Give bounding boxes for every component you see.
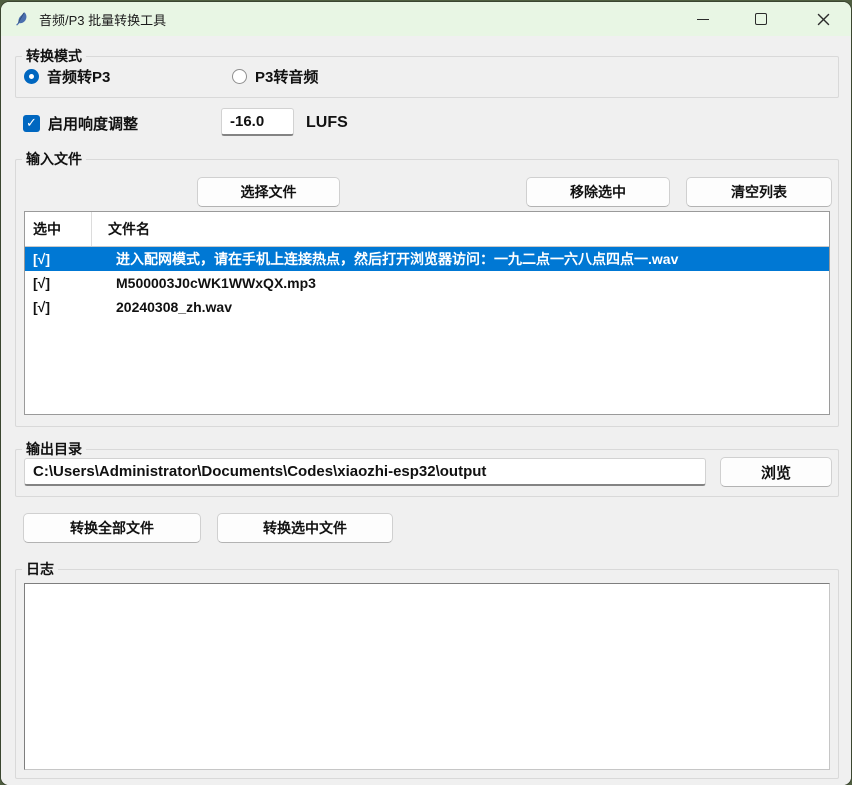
table-row[interactable]: [√]20240308_zh.wav: [25, 295, 829, 319]
loudness-label: 启用响度调整: [48, 113, 138, 134]
input-files-groupbox: 输入文件 选择文件 移除选中 清空列表 选中 文件名 [√]进入配网模式，请在手…: [15, 159, 839, 427]
radio-label: 音频转P3: [47, 66, 110, 87]
file-table-header: 选中 文件名: [25, 212, 829, 247]
row-filename[interactable]: 进入配网模式，请在手机上连接热点，然后打开浏览器访问：一九二点一六八点四点一.w…: [100, 249, 829, 269]
input-group-title: 输入文件: [22, 149, 86, 169]
browse-button[interactable]: 浏览: [720, 457, 832, 487]
radio-audio-to-p3[interactable]: 音频转P3: [24, 66, 232, 87]
mode-group-title: 转换模式: [22, 46, 86, 66]
close-icon: [817, 13, 830, 26]
mode-groupbox: 转换模式 音频转P3 P3转音频: [15, 56, 839, 98]
radio-label: P3转音频: [255, 66, 318, 87]
lufs-unit-label: LUFS: [306, 114, 348, 132]
output-path-input[interactable]: C:\Users\Administrator\Documents\Codes\x…: [24, 458, 706, 486]
select-files-button[interactable]: 选择文件: [197, 177, 340, 207]
minimize-icon: [697, 19, 709, 20]
app-window: 音频/P3 批量转换工具 转换模式 音频转P3 P3转音频: [1, 2, 851, 785]
loudness-row: ✓ 启用响度调整 -16.0 LUFS: [23, 108, 138, 138]
file-table: 选中 文件名 [√]进入配网模式，请在手机上连接热点，然后打开浏览器访问：一九二…: [24, 211, 830, 415]
table-row[interactable]: [√]进入配网模式，请在手机上连接热点，然后打开浏览器访问：一九二点一六八点四点…: [25, 247, 829, 271]
log-textarea[interactable]: [24, 583, 830, 770]
log-groupbox: 日志: [15, 569, 839, 779]
app-feather-icon: [14, 11, 30, 27]
row-checked-mark[interactable]: [√]: [25, 299, 100, 315]
row-filename[interactable]: 20240308_zh.wav: [100, 299, 829, 315]
column-header-checked[interactable]: 选中: [25, 212, 92, 246]
minimize-button[interactable]: [681, 2, 725, 36]
output-dir-groupbox: 输出目录 C:\Users\Administrator\Documents\Co…: [15, 449, 839, 497]
clear-list-button[interactable]: 清空列表: [686, 177, 832, 207]
title-bar[interactable]: 音频/P3 批量转换工具: [1, 2, 851, 36]
output-group-title: 输出目录: [22, 439, 86, 459]
remove-selected-button[interactable]: 移除选中: [526, 177, 670, 207]
log-group-title: 日志: [22, 559, 58, 579]
row-filename[interactable]: M500003J0cWK1WWxQX.mp3: [100, 275, 829, 291]
window-title: 音频/P3 批量转换工具: [39, 10, 166, 29]
radio-dot-icon: [24, 69, 39, 84]
lufs-value-input[interactable]: -16.0: [221, 108, 294, 136]
column-header-filename[interactable]: 文件名: [92, 212, 829, 246]
maximize-button[interactable]: [739, 2, 783, 36]
table-row[interactable]: [√]M500003J0cWK1WWxQX.mp3: [25, 271, 829, 295]
convert-selected-button[interactable]: 转换选中文件: [217, 513, 393, 543]
convert-all-button[interactable]: 转换全部文件: [23, 513, 201, 543]
radio-dot-icon: [232, 69, 247, 84]
row-checked-mark[interactable]: [√]: [25, 275, 100, 291]
maximize-icon: [755, 13, 767, 25]
main-content: 转换模式 音频转P3 P3转音频 ✓ 启用响度调整 -16.0 LUFS 输入文…: [1, 36, 851, 785]
row-checked-mark[interactable]: [√]: [25, 251, 100, 267]
close-button[interactable]: [801, 2, 845, 36]
radio-p3-to-audio[interactable]: P3转音频: [232, 66, 318, 87]
loudness-checkbox[interactable]: ✓: [23, 115, 40, 132]
file-table-body: [√]进入配网模式，请在手机上连接热点，然后打开浏览器访问：一九二点一六八点四点…: [25, 247, 829, 319]
mode-radio-row: 音频转P3 P3转音频: [24, 66, 318, 87]
